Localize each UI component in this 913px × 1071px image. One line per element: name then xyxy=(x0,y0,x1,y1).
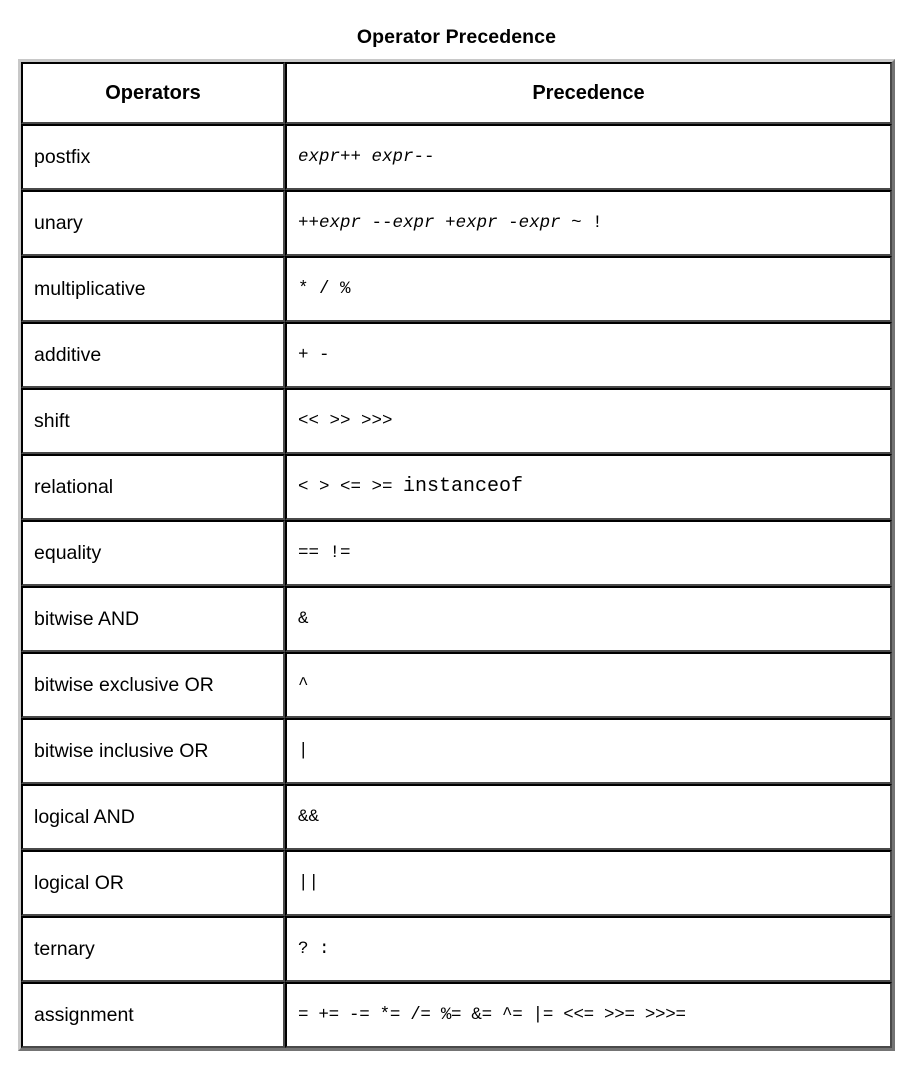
table-header-row: Operators Precedence xyxy=(21,62,892,124)
table-row: logical OR || xyxy=(21,850,892,916)
operator-symbols: + - xyxy=(285,322,892,388)
page-title: Operator Precedence xyxy=(356,26,557,48)
operator-token: instanceof xyxy=(403,475,524,498)
operator-group-label: unary xyxy=(21,190,285,256)
operator-symbols: = += -= *= /= %= &= ^= |= <<= >>= >>>= xyxy=(285,982,892,1048)
table-row: bitwise AND & xyxy=(21,586,892,652)
operator-symbols: & xyxy=(285,586,892,652)
operator-token: ^ xyxy=(298,675,309,695)
operator-token: expr xyxy=(319,213,362,233)
operator-group-label: equality xyxy=(21,520,285,586)
operator-group-label: assignment xyxy=(21,982,285,1048)
operator-token: | xyxy=(298,741,309,761)
operator-symbols: ++expr --expr +expr -expr ~ ! xyxy=(285,190,892,256)
operator-symbols: | xyxy=(285,718,892,784)
operator-token: ? : xyxy=(298,939,330,959)
operator-group-label: postfix xyxy=(21,124,285,190)
operator-group-label: shift xyxy=(21,388,285,454)
table-row: ternary ? : xyxy=(21,916,892,982)
page-root: Operator Precedence Operators Precedence… xyxy=(0,0,913,1071)
operator-group-label: relational xyxy=(21,454,285,520)
operator-token: expr xyxy=(392,213,435,233)
table-row: relational < > <= >= instanceof xyxy=(21,454,892,520)
operator-group-label: bitwise AND xyxy=(21,586,285,652)
operator-group-label: bitwise inclusive OR xyxy=(21,718,285,784)
table-container: Operators Precedence postfix expr++ expr-… xyxy=(18,59,895,1051)
operator-group-label: multiplicative xyxy=(21,256,285,322)
operator-token: -- xyxy=(361,213,393,233)
column-header-operators: Operators xyxy=(21,62,285,124)
operator-token: expr xyxy=(455,213,498,233)
table-row: additive + - xyxy=(21,322,892,388)
operator-token: == != xyxy=(298,543,351,563)
operator-token: ++ xyxy=(298,213,320,233)
column-header-precedence: Precedence xyxy=(285,62,892,124)
operator-token: ++ xyxy=(340,147,372,167)
operator-symbols: == != xyxy=(285,520,892,586)
operator-token: + - xyxy=(298,345,330,365)
operator-token: expr xyxy=(371,147,414,167)
operator-group-label: additive xyxy=(21,322,285,388)
operator-group-label: bitwise exclusive OR xyxy=(21,652,285,718)
operator-token: -- xyxy=(413,147,435,167)
operator-token: < > <= >= xyxy=(298,477,404,497)
operator-group-label: ternary xyxy=(21,916,285,982)
operator-token: & xyxy=(298,609,309,629)
table-row: unary ++expr --expr +expr -expr ~ ! xyxy=(21,190,892,256)
operator-token: || xyxy=(298,873,320,893)
operator-token: && xyxy=(298,807,320,827)
operator-symbols: ? : xyxy=(285,916,892,982)
operator-group-label: logical OR xyxy=(21,850,285,916)
table-row: bitwise exclusive OR ^ xyxy=(21,652,892,718)
table-row: shift << >> >>> xyxy=(21,388,892,454)
table-header: Operators Precedence xyxy=(21,62,892,124)
operator-symbols: && xyxy=(285,784,892,850)
table-row: logical AND && xyxy=(21,784,892,850)
operator-symbols: ^ xyxy=(285,652,892,718)
table-row: postfix expr++ expr-- xyxy=(21,124,892,190)
operator-symbols: expr++ expr-- xyxy=(285,124,892,190)
operator-group-label: logical AND xyxy=(21,784,285,850)
table-body: postfix expr++ expr-- unary ++expr --expr +… xyxy=(21,124,892,1048)
operator-token: ~ ! xyxy=(560,213,603,233)
operator-token: << >> >>> xyxy=(298,411,393,431)
operator-symbols: << >> >>> xyxy=(285,388,892,454)
operator-symbols: || xyxy=(285,850,892,916)
operator-token: expr xyxy=(518,213,561,233)
operator-token: * / % xyxy=(298,279,351,299)
operator-token: expr xyxy=(298,147,341,167)
operator-symbols: < > <= >= instanceof xyxy=(285,454,892,520)
operator-token: = += -= *= /= %= &= ^= |= <<= >>= >>>= xyxy=(298,1005,686,1025)
table-row: multiplicative * / % xyxy=(21,256,892,322)
operator-token: - xyxy=(497,213,519,233)
table-row: assignment = += -= *= /= %= &= ^= |= <<= … xyxy=(21,982,892,1048)
operator-symbols: * / % xyxy=(285,256,892,322)
table-row: equality == != xyxy=(21,520,892,586)
operator-precedence-table: Operators Precedence postfix expr++ expr-… xyxy=(18,59,895,1051)
table-row: bitwise inclusive OR | xyxy=(21,718,892,784)
operator-token: + xyxy=(434,213,456,233)
